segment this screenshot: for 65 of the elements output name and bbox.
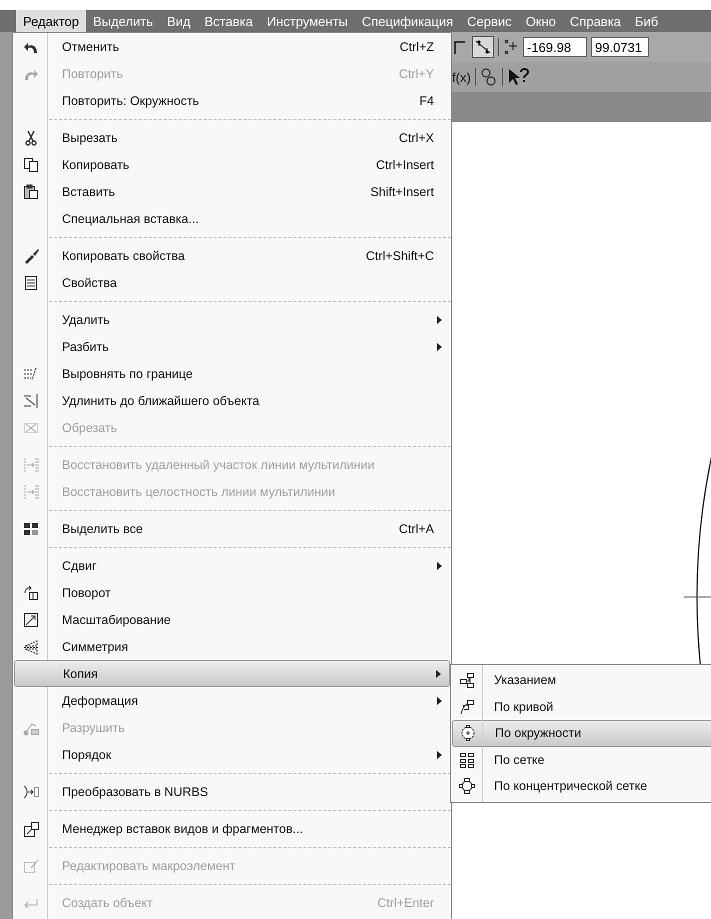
function-button[interactable]: f(x) — [452, 70, 471, 84]
menu-item[interactable]: Сдвиг — [14, 552, 450, 579]
menu-item[interactable]: Поворот — [14, 579, 450, 606]
menu-item[interactable]: Удлинить до ближайшего объекта — [14, 387, 450, 414]
menu-item[interactable]: Вставить Shift+Insert — [14, 178, 450, 205]
menu-item[interactable]: Симметрия — [14, 633, 450, 660]
restore-icon — [23, 484, 39, 500]
boxes-curve-icon — [459, 698, 475, 715]
align-icon — [23, 366, 39, 382]
menu-bar-item[interactable]: Спецификация — [354, 10, 460, 32]
list-icon — [23, 274, 39, 290]
menu-item[interactable]: По сетке — [452, 746, 711, 773]
menu-item[interactable]: Указанием — [452, 667, 711, 694]
menu-item[interactable]: Повторить: Окружность F4 — [14, 87, 450, 114]
menu-item[interactable]: Свойства — [14, 269, 450, 296]
extend-icon — [23, 392, 39, 408]
center-mark — [684, 596, 711, 598]
menu-bar-item[interactable]: Инструменты — [260, 10, 355, 32]
menu-bar-item[interactable]: Выделить — [86, 10, 160, 32]
menu-item[interactable]: По окружности — [452, 720, 711, 746]
scissors-icon — [23, 130, 39, 146]
boxes-ring-icon — [459, 778, 475, 794]
paste-icon — [23, 184, 39, 200]
menu-item[interactable]: Копировать свойства Ctrl+Shift+C — [14, 242, 450, 269]
menu-item[interactable]: Вырезать Ctrl+X — [14, 124, 450, 151]
copy-icon — [23, 156, 39, 172]
boxes-grid-icon — [459, 752, 475, 768]
grid-icon — [23, 520, 39, 536]
menu-item[interactable]: Специальная вставка... — [14, 205, 450, 232]
menu-item[interactable]: Удалить — [14, 306, 450, 333]
menu-bar-item[interactable]: Окно — [518, 10, 563, 32]
menu-item[interactable]: Копировать Ctrl+Insert — [14, 151, 450, 178]
menu-item[interactable]: По кривой — [452, 694, 711, 720]
menu-item[interactable]: Выделить все Ctrl+A — [14, 515, 450, 542]
menu-bar-item[interactable]: Биб — [628, 10, 666, 32]
rotate-icon — [23, 584, 39, 600]
menu-bar-item[interactable]: Вставка — [197, 10, 260, 32]
menu-item[interactable]: Копия — [14, 660, 450, 687]
menu-item[interactable]: Отменить Ctrl+Z — [14, 33, 450, 60]
menu-bar-item[interactable]: Вид — [160, 10, 198, 32]
x-coordinate-field[interactable]: -169.98 — [523, 37, 587, 57]
menu-item[interactable]: Преобразовать в NURBS — [14, 778, 450, 805]
boxes-icon — [459, 672, 475, 688]
nurbs-icon — [23, 784, 39, 800]
menu-item[interactable]: По концентрической сетке — [452, 773, 711, 800]
scale-icon — [23, 612, 39, 628]
brush-icon — [23, 248, 39, 264]
corner-line-icon[interactable] — [452, 39, 468, 55]
mirror-icon — [23, 638, 39, 654]
insert-icon — [23, 820, 39, 836]
menu-item[interactable]: Деформация — [14, 687, 450, 714]
menu-bar-item[interactable]: Справка — [562, 10, 628, 32]
menu-bar-item[interactable]: Редактор — [16, 10, 86, 32]
help-pointer-icon[interactable] — [506, 67, 529, 87]
boxes-circle-icon — [460, 725, 476, 742]
menu-item[interactable]: Выровнять по границе — [14, 360, 450, 387]
coordinate-icon[interactable] — [503, 38, 519, 56]
macro-icon — [23, 858, 39, 874]
menu-item[interactable]: Менеджер вставок видов и фрагментов... — [14, 815, 450, 842]
menu-item[interactable]: Разбить — [14, 333, 450, 360]
y-coordinate-field[interactable]: 99.0731 — [591, 37, 649, 57]
menu-item[interactable]: Порядок — [14, 741, 450, 768]
menu-bar-item[interactable]: Сервис — [460, 10, 519, 32]
restore-icon — [23, 456, 39, 472]
menu-item[interactable]: Масштабирование — [14, 606, 450, 633]
